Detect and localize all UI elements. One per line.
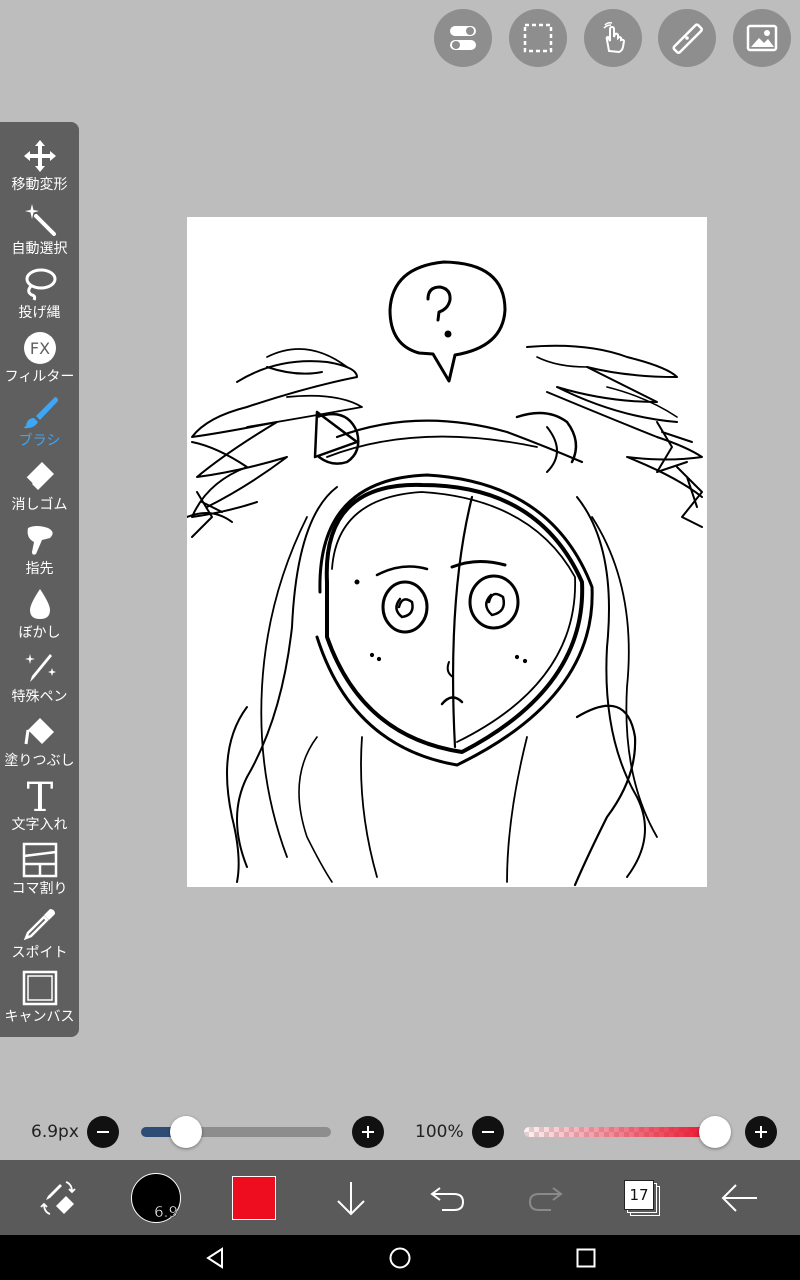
fill-bucket-icon [24, 718, 54, 745]
tool-text[interactable]: T 文字入れ [0, 776, 79, 840]
brush-size-increase-button[interactable] [352, 1116, 384, 1148]
square-recents-icon [576, 1248, 596, 1267]
opacity-track[interactable] [524, 1127, 714, 1137]
tool-label: 文字入れ [11, 817, 68, 833]
move-icon [23, 140, 56, 172]
tool-label: キャンバス [4, 1009, 75, 1025]
arrow-left-icon [721, 1183, 757, 1212]
eyedropper-icon [23, 909, 55, 941]
drawing-canvas[interactable] [187, 217, 707, 887]
tool-fill[interactable]: 塗りつぶし [0, 712, 79, 776]
tool-canvas[interactable]: キャンバス [0, 968, 79, 1032]
brush-size-decrease-button[interactable] [87, 1116, 119, 1148]
minus-icon [97, 1131, 109, 1133]
tool-special-pen[interactable]: 特殊ペン [0, 648, 79, 712]
tool-label: ブラシ [18, 433, 61, 449]
tool-label: フィルター [4, 369, 75, 385]
ruler-icon [672, 23, 703, 54]
plus-icon [755, 1126, 767, 1138]
tool-label: 移動変形 [11, 177, 68, 193]
tool-label: 指先 [25, 561, 54, 577]
tool-label: 投げ縄 [18, 305, 61, 321]
minus-icon [482, 1131, 494, 1133]
special-pen-icon [24, 654, 56, 682]
swap-brush-eraser-button[interactable] [30, 1160, 86, 1235]
text-icon: T [26, 778, 53, 814]
brush-icon [23, 397, 58, 429]
brush-eraser-swap-icon [40, 1180, 76, 1215]
image-icon [746, 24, 778, 52]
fx-icon: FX [23, 332, 56, 364]
image-button[interactable] [733, 9, 791, 67]
selection-icon [523, 23, 553, 53]
tool-brush[interactable]: ブラシ [0, 392, 79, 456]
brush-size-label: 6.9px [31, 1122, 79, 1142]
tool-smudge[interactable]: 指先 [0, 520, 79, 584]
back-button[interactable] [715, 1160, 763, 1235]
sketch-drawing [187, 260, 703, 887]
blur-drop-icon [29, 589, 50, 619]
canvas-icon [22, 970, 57, 1006]
tool-move-transform[interactable]: 移動変形 [0, 136, 79, 200]
plus-icon [362, 1126, 374, 1138]
bottom-toolbar: 6.9 17 [0, 1160, 800, 1235]
tool-label: 消しゴム [11, 497, 68, 513]
layers-button[interactable]: 17 [618, 1160, 666, 1235]
svg-text:FX: FX [29, 339, 49, 358]
layer-count: 17 [624, 1179, 654, 1210]
tool-label: 特殊ペン [11, 689, 68, 705]
nav-back-button[interactable] [195, 1235, 235, 1280]
tool-lasso[interactable]: 投げ縄 [0, 264, 79, 328]
tool-auto-select[interactable]: 自動選択 [0, 200, 79, 264]
frame-divider-icon [22, 842, 57, 878]
system-navigation-bar [0, 1235, 800, 1280]
triangle-back-icon [206, 1246, 223, 1269]
download-button[interactable] [327, 1160, 375, 1235]
color-swatch-button[interactable] [230, 1160, 278, 1235]
toggle-button[interactable] [434, 9, 492, 67]
selection-button[interactable] [509, 9, 567, 67]
tool-label: スポイト [11, 945, 68, 961]
circle-home-icon [389, 1247, 411, 1268]
tool-eraser[interactable]: 消しゴム [0, 456, 79, 520]
tool-blur[interactable]: ぼかし [0, 584, 79, 648]
toggle-icon [450, 26, 476, 50]
finger-icon [27, 526, 53, 555]
nav-recents-button[interactable] [566, 1235, 606, 1280]
svg-text:T: T [26, 778, 53, 814]
gesture-button[interactable] [584, 9, 642, 67]
tool-filter[interactable]: FX フィルター [0, 328, 79, 392]
redo-icon [528, 1186, 563, 1211]
arrow-down-icon [337, 1181, 365, 1215]
opacity-increase-button[interactable] [745, 1116, 777, 1148]
opacity-decrease-button[interactable] [472, 1116, 504, 1148]
brush-settings-row: 6.9px 100% [0, 1108, 800, 1156]
brush-preview-size: 6.9 [154, 1202, 178, 1221]
redo-button[interactable] [521, 1160, 569, 1235]
opacity-slider-knob[interactable] [699, 1116, 731, 1148]
opacity-label: 100% [415, 1122, 464, 1142]
magic-wand-icon [24, 204, 56, 236]
ruler-button[interactable] [658, 9, 716, 67]
undo-button[interactable] [424, 1160, 472, 1235]
tool-label: 塗りつぶし [4, 753, 75, 769]
brush-preview-button[interactable]: 6.9 [130, 1160, 182, 1235]
undo-icon [430, 1186, 465, 1211]
hand-gesture-icon [603, 21, 626, 54]
tool-palette: 移動変形 自動選択 投げ縄 FX フィルター ブラシ 消しゴム 指先 ぼかし 特… [0, 122, 79, 1037]
eraser-icon [24, 462, 54, 490]
tool-frame-divider[interactable]: コマ割り [0, 840, 79, 904]
brush-size-slider-knob[interactable] [170, 1116, 202, 1148]
lasso-icon [25, 268, 56, 301]
tool-eyedropper[interactable]: スポイト [0, 904, 79, 968]
tool-label: 自動選択 [11, 241, 68, 257]
tool-label: ぼかし [18, 625, 61, 641]
current-color-swatch [232, 1175, 276, 1220]
nav-home-button[interactable] [380, 1235, 420, 1280]
tool-label: コマ割り [11, 881, 68, 897]
